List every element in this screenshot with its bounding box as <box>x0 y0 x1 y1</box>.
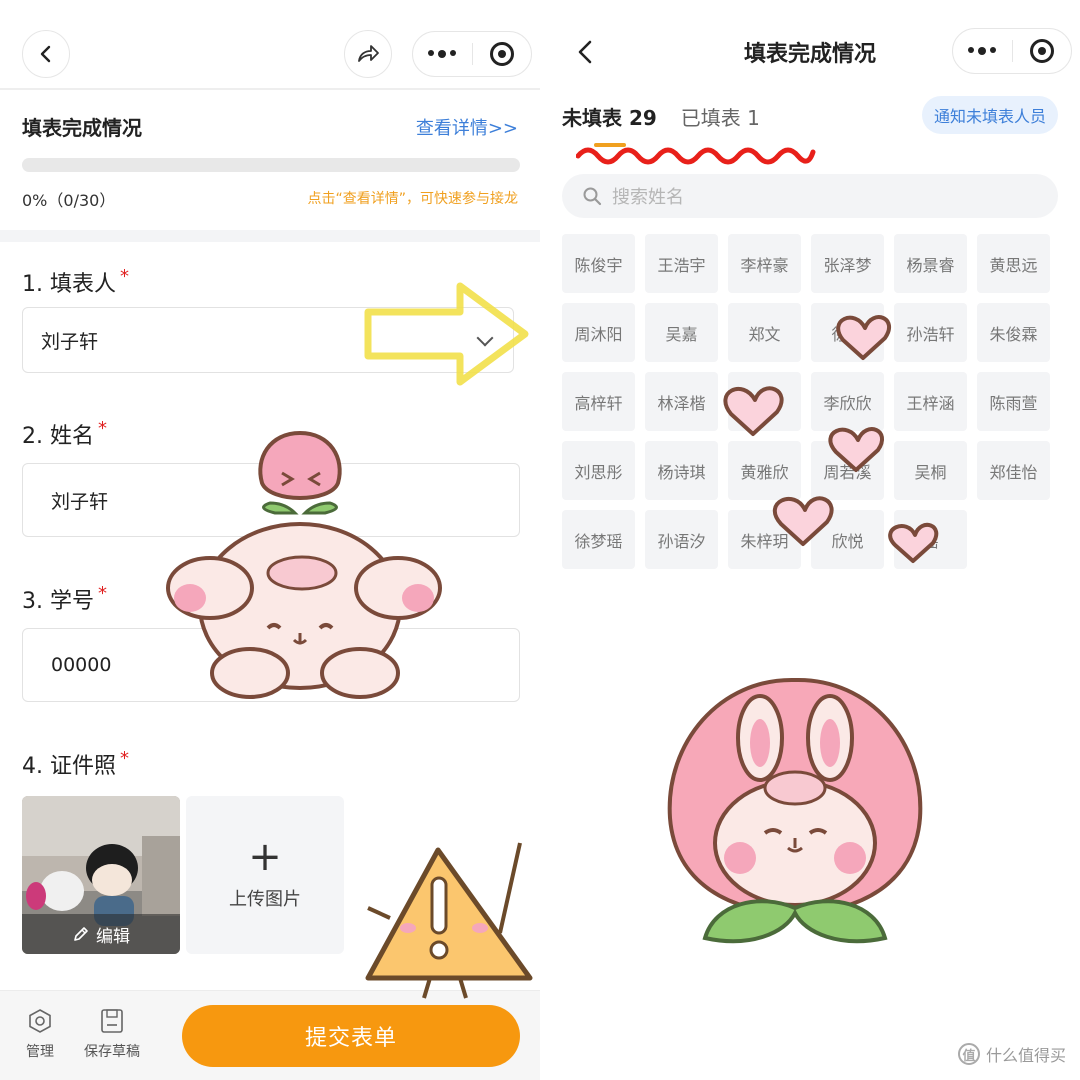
chevron-down-icon <box>476 329 494 347</box>
required-mark: * <box>97 418 107 439</box>
name-chip[interactable]: 李欣欣 <box>811 372 884 431</box>
close-miniprogram-button[interactable] <box>1013 29 1072 73</box>
name-chip[interactable]: 吴桐 <box>894 441 967 500</box>
upload-image-button[interactable]: + 上传图片 <box>186 796 344 954</box>
name-chip[interactable]: 徐梦瑶 <box>562 510 635 569</box>
photo-edit-label: 编辑 <box>96 926 130 947</box>
search-input[interactable]: 搜索姓名 <box>562 174 1058 218</box>
filler-value: 刘子轩 <box>41 330 99 353</box>
share-button[interactable] <box>344 30 392 78</box>
pencil-icon <box>74 927 88 941</box>
target-icon <box>489 42 514 66</box>
more-button[interactable] <box>413 32 472 76</box>
search-placeholder: 搜索姓名 <box>612 187 684 208</box>
required-mark: * <box>119 748 129 769</box>
student-id-input[interactable]: 00000 <box>22 628 520 702</box>
name-chip[interactable]: 高梓轩 <box>562 372 635 431</box>
tab-unfilled[interactable]: 未填表 29 <box>562 102 657 131</box>
header-divider <box>0 88 540 90</box>
uploaded-photo[interactable]: 编辑 <box>22 796 180 954</box>
save-icon <box>101 1009 123 1033</box>
name-chip[interactable]: 张 <box>728 372 801 431</box>
search-icon <box>583 187 602 206</box>
upload-image-label: 上传图片 <box>229 889 301 910</box>
name-chip[interactable]: 黄雅欣 <box>728 441 801 500</box>
unfilled-names-grid: 陈俊宇 王浩宇 李梓豪 张泽梦 杨景睿 黄思远周沐阳 吴嘉 郑文 徐铭 孙浩轩 朱俊霖高梓轩 林泽楷张… <box>562 234 1058 569</box>
hexagon-icon <box>29 1009 51 1033</box>
miniprogram-capsule <box>412 31 532 77</box>
more-dots-icon <box>428 50 457 58</box>
more-button[interactable] <box>953 29 1012 73</box>
plus-icon: + <box>248 834 282 880</box>
required-mark: * <box>119 266 129 287</box>
name-chip[interactable]: 朱俊霖 <box>977 303 1050 362</box>
name-chip[interactable]: 王梓涵 <box>894 372 967 431</box>
question-2-label: 2. 姓名 * <box>22 418 107 449</box>
question-4-label: 4. 证件照 * <box>22 748 129 779</box>
back-button[interactable] <box>22 30 70 78</box>
completion-hint: 点击“查看详情”，可快速参与接龙 <box>307 191 518 207</box>
submit-form-button[interactable]: 提交表单 <box>182 1005 520 1067</box>
name-chip[interactable]: 杨景睿 <box>894 234 967 293</box>
name-chip[interactable]: 郑佳怡 <box>977 441 1050 500</box>
target-icon <box>1029 39 1054 63</box>
manage-label: 管理 <box>26 1044 54 1060</box>
name-chip[interactable]: 朱梓玥 <box>728 510 801 569</box>
name-chip[interactable]: 张泽梦 <box>811 234 884 293</box>
miniprogram-capsule <box>952 28 1072 74</box>
status-tabs: 未填表 29 已填表 1 <box>562 102 760 131</box>
name-chip[interactable]: 林泽楷 <box>645 372 718 431</box>
close-miniprogram-button[interactable] <box>473 32 532 76</box>
question-3-label: 3. 学号 * <box>22 583 107 614</box>
save-draft-label: 保存草稿 <box>84 1044 140 1060</box>
watermark-logo: 值 <box>957 1043 980 1065</box>
name-chip[interactable]: 吴嘉 <box>645 303 718 362</box>
active-tab-indicator <box>594 143 626 147</box>
warning-triangle-sticker <box>365 842 533 999</box>
watermark-text: 什么值得买 <box>985 1046 1066 1065</box>
name-chip[interactable]: 瑶 <box>894 510 967 569</box>
completion-panel: 填表完成情况 未填表 29 已填表 1 通知未填表人员 搜索姓名 陈俊宇 王浩宇李… <box>540 0 1080 1080</box>
save-draft-button[interactable]: 保存草稿 <box>84 1007 140 1061</box>
name-chip[interactable]: 王浩宇 <box>645 234 718 293</box>
name-chip[interactable]: 陈雨萱 <box>977 372 1050 431</box>
form-panel: 填表完成情况 查看详情>> 0%（0/30） 点击“查看详情”，可快速参与接龙 … <box>0 0 540 1080</box>
question-1-label: 1. 填表人 * <box>22 266 129 297</box>
name-chip[interactable]: 徐铭 <box>811 303 884 362</box>
required-mark: * <box>97 583 107 604</box>
name-chip[interactable]: 陈俊宇 <box>562 234 635 293</box>
student-id-value: 00000 <box>51 654 112 676</box>
peach-bunny-sticker <box>667 677 923 944</box>
notify-unfilled-button[interactable]: 通知未填表人员 <box>921 96 1058 134</box>
section-gap <box>0 230 540 242</box>
watermark: 值 什么值得买 <box>957 1042 1066 1066</box>
manage-button[interactable]: 管理 <box>26 1007 54 1061</box>
photo-edit-button[interactable]: 编辑 <box>22 914 180 954</box>
back-arrow-icon <box>40 45 51 63</box>
name-input[interactable]: 刘子轩 <box>22 463 520 537</box>
name-chip[interactable]: 周沐阳 <box>562 303 635 362</box>
name-chip[interactable]: 孙浩轩 <box>894 303 967 362</box>
name-chip[interactable]: 刘思彤 <box>562 441 635 500</box>
name-chip[interactable]: 郑文 <box>728 303 801 362</box>
view-details-link[interactable]: 查看详情>> <box>416 114 518 140</box>
filler-select[interactable]: 刘子轩 <box>22 307 514 373</box>
completion-percentage: 0%（0/30） <box>22 191 116 210</box>
bottom-bar: 管理 保存草稿 提交表单 <box>0 990 540 1080</box>
name-chip[interactable]: 周若溪 <box>811 441 884 500</box>
more-dots-icon <box>968 47 997 55</box>
name-chip[interactable]: 孙语汐 <box>645 510 718 569</box>
name-chip[interactable]: 欣悦 <box>811 510 884 569</box>
completion-title: 填表完成情况 <box>22 116 142 140</box>
name-chip[interactable]: 杨诗琪 <box>645 441 718 500</box>
completion-progress-bar <box>22 158 520 172</box>
name-chip[interactable]: 黄思远 <box>977 234 1050 293</box>
tab-filled[interactable]: 已填表 1 <box>681 102 760 131</box>
share-icon <box>358 45 379 62</box>
name-chip[interactable]: 李梓豪 <box>728 234 801 293</box>
name-value: 刘子轩 <box>51 490 109 513</box>
